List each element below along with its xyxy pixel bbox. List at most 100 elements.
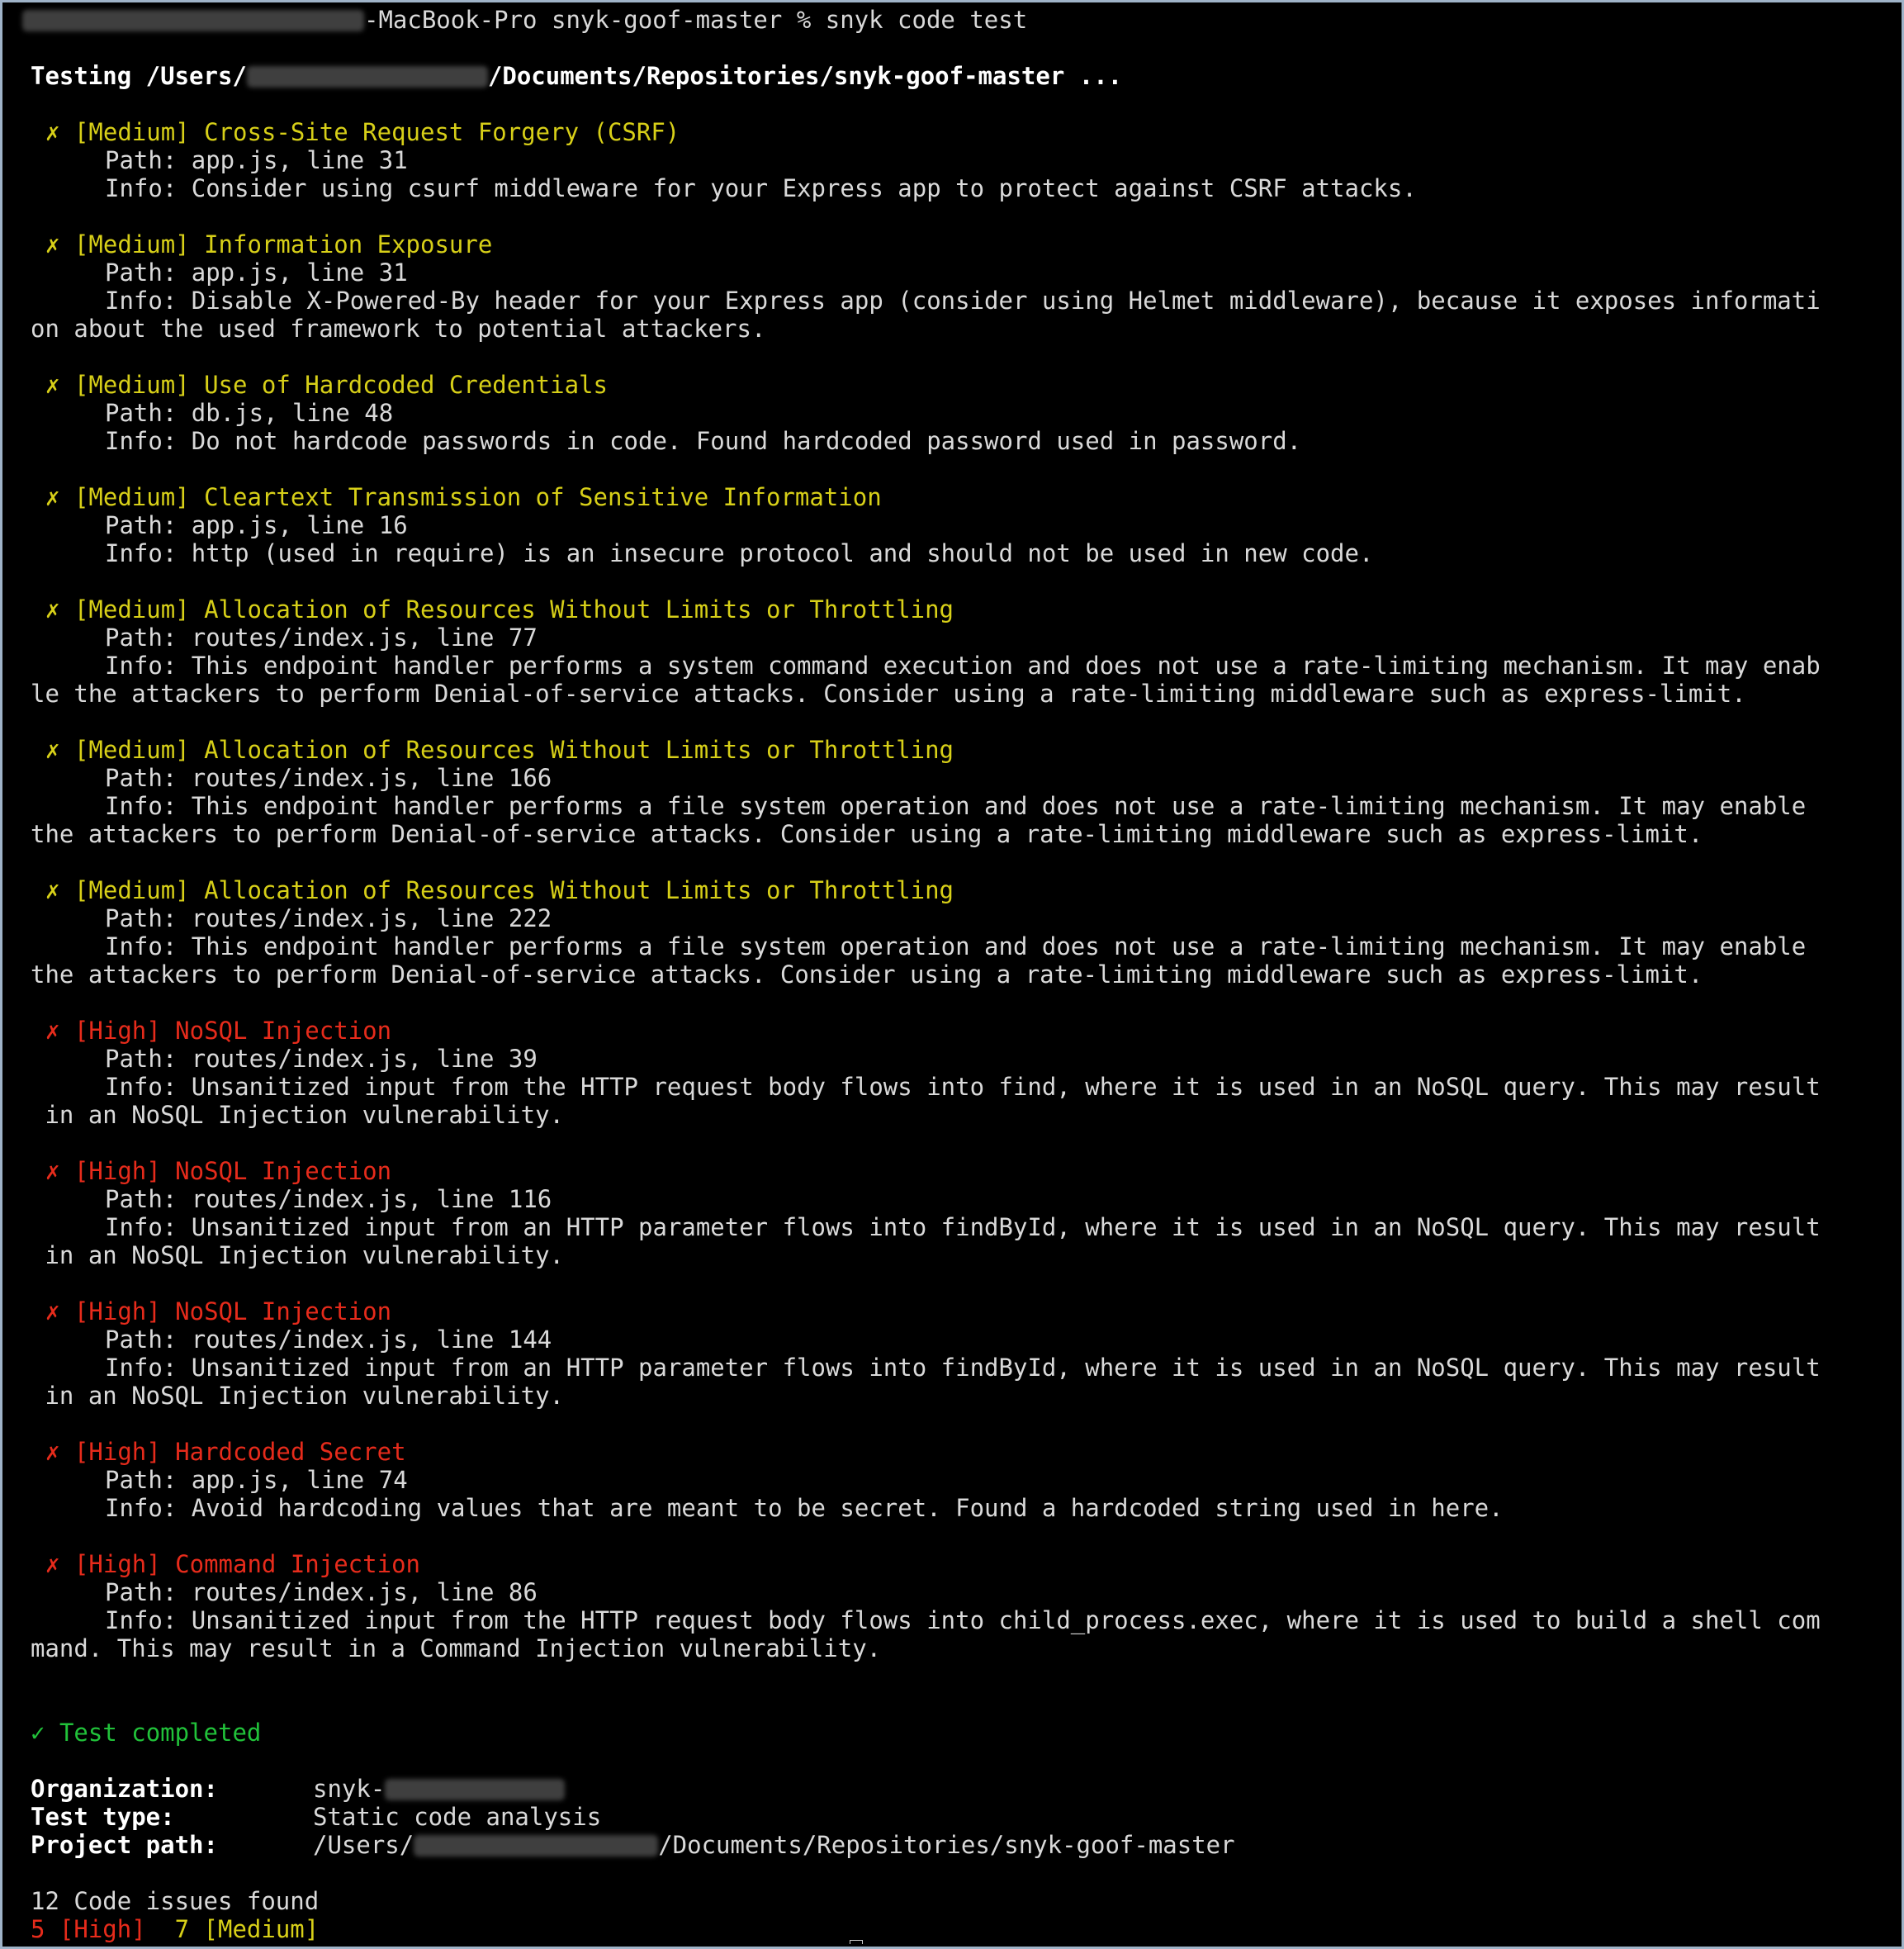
- finding-path: Path: routes/index.js, line 86: [105, 1578, 538, 1606]
- redacted-organization: [385, 1779, 566, 1800]
- test-type-value: Static code analysis: [313, 1803, 602, 1831]
- finding-path: Path: routes/index.js, line 116: [105, 1185, 552, 1213]
- finding-name: Allocation of Resources Without Limits o…: [204, 736, 954, 764]
- issues-found-line: 12 Code issues found: [31, 1887, 320, 1915]
- prompt-directory: snyk-goof-master: [551, 6, 783, 34]
- prompt-command: snyk code test: [825, 6, 1028, 34]
- finding-path: Path: db.js, line 48: [105, 399, 394, 427]
- terminal-output: -MacBook-Pro snyk-goof-master % snyk cod…: [22, 6, 1880, 1943]
- finding-info: Info: Unsanitized input from the HTTP re…: [105, 1073, 1821, 1101]
- test-completed-line: ✓ Test completed: [31, 1719, 1880, 1747]
- cross-icon: ✗: [45, 736, 60, 764]
- finding-severity: [Medium]: [73, 371, 190, 399]
- finding-title: ✗ [Medium] Use of Hardcoded Credentials: [31, 371, 1880, 399]
- finding-item: ✗ [High] NoSQL Injection Path: routes/ind…: [31, 1297, 1880, 1438]
- finding-item: ✗ [High] NoSQL Injection Path: routes/ind…: [31, 1017, 1880, 1157]
- finding-title: ✗ [Medium] Cleartext Transmission of Sen…: [31, 483, 1880, 511]
- finding-title: ✗ [High] NoSQL Injection: [31, 1297, 1880, 1325]
- finding-path: Path: routes/index.js, line 222: [105, 904, 552, 932]
- cross-icon: ✗: [45, 1017, 60, 1045]
- finding-path: Path: routes/index.js, line 77: [105, 624, 538, 652]
- terminal-window[interactable]: -MacBook-Pro snyk-goof-master % snyk cod…: [0, 0, 1904, 1949]
- finding-info: Info: Consider using csurf middleware fo…: [105, 174, 1417, 202]
- finding-info: Info: Disable X-Powered-By header for yo…: [105, 287, 1821, 315]
- testing-suffix: /Documents/Repositories/snyk-goof-master…: [487, 62, 1123, 90]
- finding-info: Info: This endpoint handler performs a f…: [105, 792, 1807, 820]
- finding-path: Path: app.js, line 31: [105, 146, 408, 174]
- finding-item: ✗ [Medium] Use of Hardcoded Credentials P…: [31, 371, 1880, 483]
- redacted-path-username: [414, 1835, 659, 1857]
- finding-info: Info: Do not hardcode passwords in code.…: [105, 427, 1302, 455]
- finding-title: ✗ [Medium] Cross-Site Request Forgery (C…: [31, 118, 1880, 146]
- finding-path: Path: app.js, line 31: [105, 258, 408, 287]
- project-path-suffix: /Documents/Repositories/snyk-goof-master: [658, 1831, 1235, 1859]
- finding-severity: [High]: [73, 1438, 161, 1466]
- finding-info-wrap: mand. This may result in a Command Injec…: [31, 1634, 882, 1662]
- finding-info: Info: Avoid hardcoding values that are m…: [105, 1494, 1504, 1522]
- findings-list: ✗ [Medium] Cross-Site Request Forgery (C…: [31, 118, 1880, 1662]
- finding-item: ✗ [Medium] Allocation of Resources Witho…: [31, 595, 1880, 736]
- finding-info: Info: This endpoint handler performs a s…: [105, 652, 1821, 680]
- finding-title: ✗ [High] NoSQL Injection: [31, 1017, 1880, 1045]
- finding-item: ✗ [Medium] Cleartext Transmission of Sen…: [31, 483, 1880, 595]
- test-type-label: Test type:: [31, 1803, 175, 1831]
- finding-title: ✗ [Medium] Information Exposure: [31, 230, 1880, 258]
- cross-icon: ✗: [45, 118, 60, 146]
- severity-totals-line: 5 [High] 7 [Medium]: [31, 1915, 1880, 1943]
- cross-icon: ✗: [45, 230, 60, 258]
- finding-name: Command Injection: [175, 1550, 420, 1578]
- finding-path: Path: routes/index.js, line 39: [105, 1045, 538, 1073]
- finding-info-wrap: in an NoSQL Injection vulnerability.: [31, 1382, 565, 1410]
- finding-info-wrap: le the attackers to perform Denial-of-se…: [31, 680, 1746, 708]
- finding-path: Path: app.js, line 16: [105, 511, 408, 539]
- finding-item: ✗ [High] Command Injection Path: routes/i…: [31, 1550, 1880, 1662]
- finding-severity: [Medium]: [73, 595, 190, 624]
- finding-info-wrap: the attackers to perform Denial-of-servi…: [31, 820, 1703, 848]
- finding-title: ✗ [High] NoSQL Injection: [31, 1157, 1880, 1185]
- testing-line: Testing /Users/ /Documents/Repositories/s…: [31, 62, 1880, 90]
- finding-info: Info: Unsanitized input from the HTTP re…: [105, 1606, 1821, 1634]
- cross-icon: ✗: [45, 371, 60, 399]
- finding-info: Info: http (used in require) is an insec…: [105, 539, 1374, 567]
- test-completed-text: Test completed: [59, 1719, 262, 1747]
- finding-name: NoSQL Injection: [175, 1017, 392, 1045]
- finding-severity: [Medium]: [73, 230, 190, 258]
- finding-name: Allocation of Resources Without Limits o…: [204, 595, 954, 624]
- finding-severity: [High]: [73, 1550, 161, 1578]
- high-count: 5 [High]: [31, 1915, 146, 1943]
- cross-icon: ✗: [45, 1297, 60, 1325]
- prompt-host: -MacBook-Pro: [364, 6, 538, 34]
- finding-name: Allocation of Resources Without Limits o…: [204, 876, 954, 904]
- organization-label: Organization:: [31, 1775, 218, 1803]
- check-icon: ✓: [31, 1719, 45, 1747]
- finding-name: Use of Hardcoded Credentials: [204, 371, 608, 399]
- finding-name: NoSQL Injection: [175, 1157, 392, 1185]
- finding-severity: [Medium]: [73, 876, 190, 904]
- finding-path: Path: routes/index.js, line 166: [105, 764, 552, 792]
- finding-severity: [High]: [73, 1297, 161, 1325]
- cursor-marker: [850, 1940, 863, 1944]
- finding-info-wrap: on about the used framework to potential…: [31, 315, 766, 343]
- finding-info: Info: This endpoint handler performs a f…: [105, 932, 1807, 960]
- cross-icon: ✗: [45, 595, 60, 624]
- finding-severity: [High]: [73, 1157, 161, 1185]
- project-path-prefix: /Users/: [313, 1831, 414, 1859]
- cross-icon: ✗: [45, 1157, 60, 1185]
- summary-project-path: Project path: /Users/ /Documents/Repositor…: [31, 1831, 1880, 1859]
- cross-icon: ✗: [45, 1438, 60, 1466]
- finding-info: Info: Unsanitized input from an HTTP par…: [105, 1354, 1821, 1382]
- finding-item: ✗ [Medium] Allocation of Resources Witho…: [31, 736, 1880, 876]
- finding-info: Info: Unsanitized input from an HTTP par…: [105, 1213, 1821, 1241]
- testing-prefix: Testing /Users/: [31, 62, 247, 90]
- finding-name: Information Exposure: [204, 230, 493, 258]
- finding-severity: [Medium]: [73, 736, 190, 764]
- finding-title: ✗ [Medium] Allocation of Resources Witho…: [31, 876, 1880, 904]
- redacted-username: [246, 66, 488, 88]
- finding-info-wrap: the attackers to perform Denial-of-servi…: [31, 960, 1703, 989]
- project-path-label: Project path:: [31, 1831, 218, 1859]
- finding-severity: [Medium]: [73, 118, 190, 146]
- redacted-hostname: [22, 10, 364, 31]
- finding-name: Hardcoded Secret: [175, 1438, 406, 1466]
- cross-icon: ✗: [45, 876, 60, 904]
- finding-item: ✗ [High] NoSQL Injection Path: routes/ind…: [31, 1157, 1880, 1297]
